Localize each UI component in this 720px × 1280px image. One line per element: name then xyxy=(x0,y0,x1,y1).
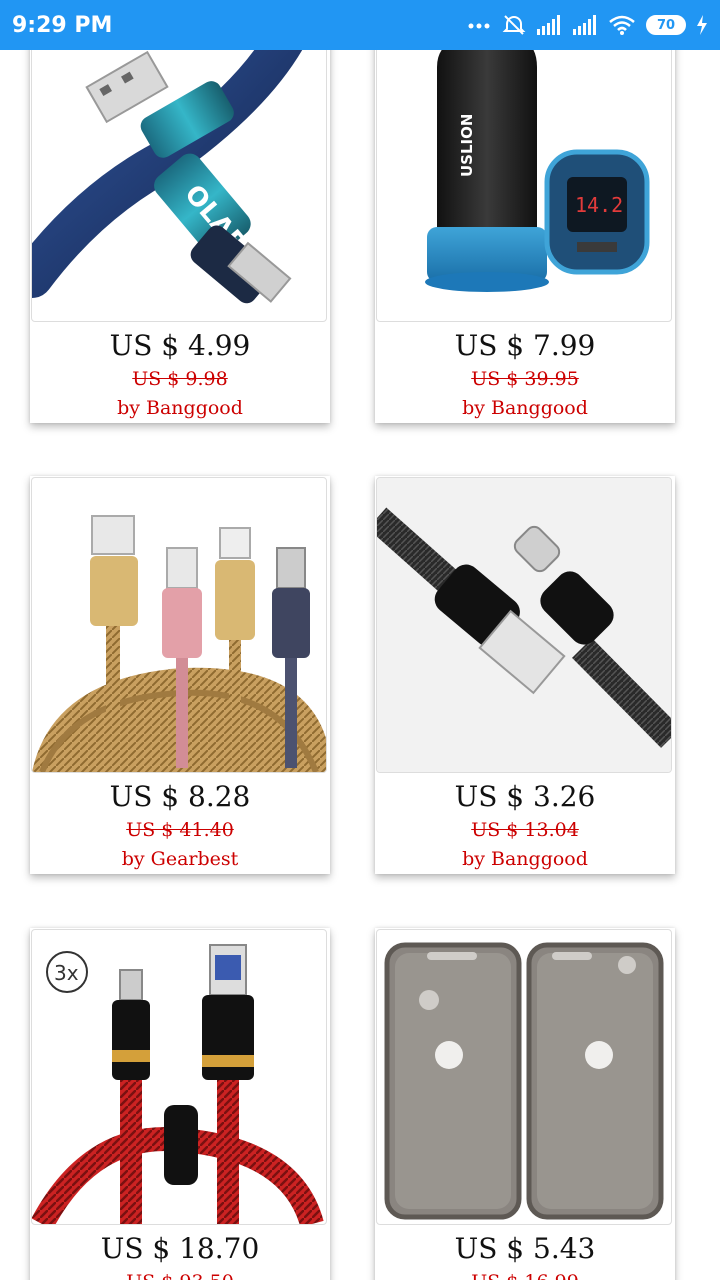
product-old-price: US $ 16.99 xyxy=(375,1268,675,1280)
product-seller[interactable]: by Gearbest xyxy=(30,844,330,874)
product-info: US $ 18.70 US $ 93.50 xyxy=(30,1226,330,1280)
product-price: US $ 4.99 xyxy=(109,329,251,362)
product-old-price: US $ 39.95 xyxy=(471,368,579,390)
product-image[interactable]: OLAF xyxy=(31,50,327,322)
product-seller[interactable]: by Banggood xyxy=(30,393,330,423)
product-info: US $ 8.28 US $ 41.40 by Gearbest xyxy=(30,774,330,874)
product-image[interactable] xyxy=(31,477,327,773)
product-old-price: US $ 93.50 xyxy=(30,1268,330,1280)
wifi-icon xyxy=(608,14,636,36)
product-image[interactable] xyxy=(376,477,672,773)
signal-icon xyxy=(536,15,562,35)
product-info: US $ 7.99 US $ 39.95 by Banggood xyxy=(375,323,675,423)
product-image[interactable]: USLION 14.2 xyxy=(376,50,672,322)
product-old-price: US $ 13.04 xyxy=(471,819,579,841)
product-seller[interactable]: by Banggood xyxy=(375,393,675,423)
product-card[interactable]: US $ 8.28 US $ 41.40 by Gearbest xyxy=(30,476,330,874)
product-image[interactable] xyxy=(376,929,672,1225)
product-card[interactable]: OLAF US $ 4.99 US $ 9.98 by Banggood xyxy=(30,50,330,423)
product-price: US $ 3.26 xyxy=(454,780,596,813)
product-old-price: US $ 9.98 xyxy=(132,368,228,390)
svg-text:14.2: 14.2 xyxy=(575,193,623,217)
product-image-text: USLION xyxy=(458,114,476,177)
alarm-off-icon xyxy=(502,13,526,37)
battery-icon: 70 xyxy=(646,15,686,35)
charging-icon xyxy=(696,15,708,35)
product-card[interactable]: US $ 3.26 US $ 13.04 by Banggood xyxy=(375,476,675,874)
product-card[interactable]: US $ 5.43 US $ 16.99 xyxy=(375,928,675,1280)
product-card[interactable]: 3x US $ 18.70 US $ 93.50 xyxy=(30,928,330,1280)
status-time: 9:29 PM xyxy=(12,12,113,38)
product-info: US $ 5.43 US $ 16.99 xyxy=(375,1226,675,1280)
product-price: US $ 5.43 xyxy=(454,1232,596,1265)
status-icons: 70 xyxy=(468,13,708,37)
product-image[interactable]: 3x xyxy=(31,929,327,1225)
product-card[interactable]: USLION 14.2 US $ 7.99 US $ 39.95 by Bang… xyxy=(375,50,675,423)
product-old-price: US $ 41.40 xyxy=(126,819,234,841)
product-seller[interactable]: by Banggood xyxy=(375,844,675,874)
product-price: US $ 7.99 xyxy=(454,329,596,362)
more-dots-icon xyxy=(468,20,492,30)
product-info: US $ 4.99 US $ 9.98 by Banggood xyxy=(30,323,330,423)
product-info: US $ 3.26 US $ 13.04 by Banggood xyxy=(375,774,675,874)
product-image-text: 3x xyxy=(54,961,79,985)
product-grid: OLAF US $ 4.99 US $ 9.98 by Banggood USL… xyxy=(0,50,720,1280)
product-price: US $ 18.70 xyxy=(100,1232,260,1265)
product-price: US $ 8.28 xyxy=(109,780,251,813)
signal-icon xyxy=(572,15,598,35)
status-bar: 9:29 PM 70 xyxy=(0,0,720,50)
